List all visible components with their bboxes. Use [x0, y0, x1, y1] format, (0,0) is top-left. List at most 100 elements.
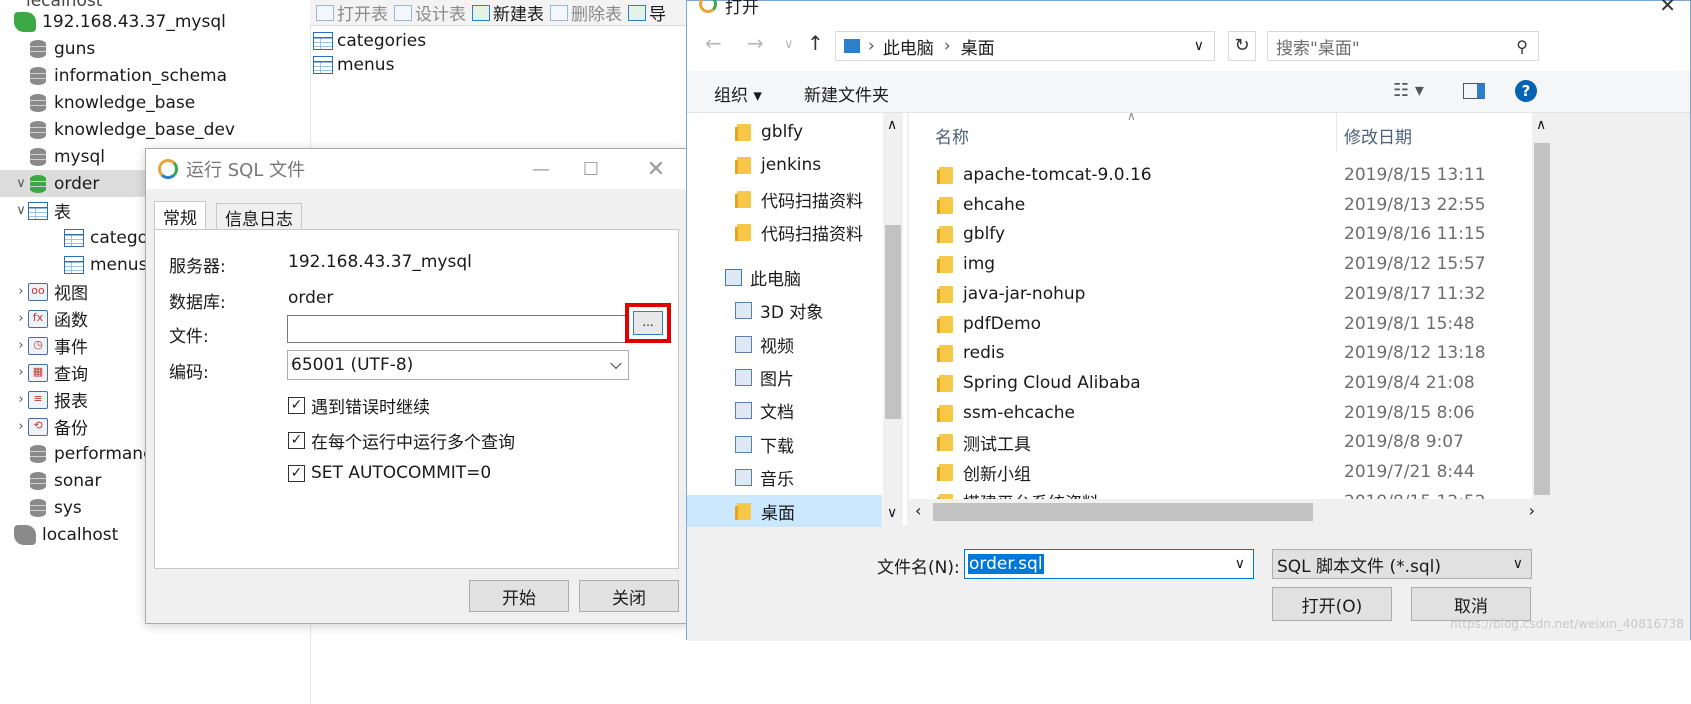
import-button[interactable]: 导 — [628, 0, 666, 25]
chevron-up-icon[interactable]: ∧ — [887, 117, 897, 133]
chevron-down-icon[interactable]: ∨ — [887, 505, 897, 521]
chevron-icon[interactable]: ∨ — [14, 176, 28, 191]
chevron-right-icon[interactable]: › — [1529, 501, 1535, 520]
database-icon — [28, 147, 48, 167]
cancel-button[interactable]: 取消 — [1411, 587, 1531, 621]
open-table-button[interactable]: 打开表 — [316, 0, 388, 25]
file-name: ehcahe — [963, 194, 1026, 215]
chevron-down-icon[interactable]: ∨ — [1235, 556, 1245, 572]
browse-file-button[interactable]: ... — [633, 311, 663, 335]
file-row[interactable]: redis 2019/8/12 13:18 — [909, 338, 1529, 368]
folder-icon — [735, 123, 751, 141]
object-item-categories[interactable]: categories — [313, 29, 426, 53]
file-row[interactable]: 测试工具 2019/8/8 9:07 — [909, 427, 1529, 457]
organize-menu[interactable]: 组织 ▾ — [714, 81, 762, 106]
nav-item[interactable]: jenkins — [687, 149, 882, 181]
chevron-icon[interactable]: ∨ — [14, 203, 28, 218]
file-row[interactable]: ssm-ehcache 2019/8/15 8:06 — [909, 398, 1529, 428]
chevron-icon[interactable]: › — [14, 284, 28, 299]
view-options-icon[interactable]: ☷ ▾ — [1393, 80, 1424, 101]
file-row[interactable]: 创新小组 2019/7/21 8:44 — [909, 457, 1529, 487]
file-hscrollbar[interactable]: ‹ › — [909, 499, 1549, 525]
object-item-menus[interactable]: menus — [313, 53, 394, 77]
multiple-queries-checkbox[interactable]: ✓ 在每个运行中运行多个查询 — [288, 428, 515, 453]
nav-item[interactable]: 桌面 — [687, 495, 882, 527]
tree-item[interactable]: 192.168.43.37_mysql — [0, 8, 310, 35]
search-input[interactable]: 搜索"桌面" ⚲ — [1267, 31, 1539, 61]
chevron-icon[interactable]: › — [14, 338, 28, 353]
file-row[interactable]: gblfy 2019/8/16 11:15 — [909, 219, 1529, 249]
file-row[interactable]: img 2019/8/12 15:57 — [909, 249, 1529, 279]
chevron-icon[interactable]: › — [14, 365, 28, 380]
recent-locations-icon[interactable]: ∨ — [784, 37, 794, 52]
address-bar[interactable]: › 此电脑 › 桌面 ∨ — [835, 31, 1215, 61]
tree-item[interactable]: guns — [0, 35, 310, 62]
column-divider — [1336, 113, 1337, 151]
file-type-select[interactable]: SQL 脚本文件 (*.sql) ∨ — [1272, 549, 1532, 579]
maximize-icon[interactable]: ☐ — [571, 157, 611, 183]
design-table-button[interactable]: 设计表 — [394, 0, 466, 25]
close-icon[interactable]: ✕ — [636, 157, 676, 183]
breadcrumb-separator: › — [943, 36, 951, 56]
nav-scrollbar[interactable]: ∧ ∨ — [883, 113, 903, 525]
file-row[interactable]: Spring Cloud Alibaba 2019/8/4 21:08 — [909, 368, 1529, 398]
encoding-select[interactable]: 65001 (UTF-8) — [287, 350, 629, 380]
nav-item[interactable]: 图片 — [687, 361, 882, 393]
library-folder-icon — [735, 468, 752, 486]
nav-item[interactable]: 代码扫描资料 — [687, 183, 882, 215]
chevron-down-icon[interactable]: ∨ — [1194, 38, 1204, 54]
nav-item[interactable]: 音乐 — [687, 461, 882, 493]
breadcrumb-this-pc[interactable]: 此电脑 — [883, 34, 934, 59]
table-icon — [313, 56, 333, 74]
nav-item[interactable]: 3D 对象 — [687, 294, 882, 326]
nav-item[interactable]: 此电脑 — [687, 261, 882, 293]
breadcrumb-desktop[interactable]: 桌面 — [961, 34, 995, 59]
nav-item[interactable]: 视频 — [687, 328, 882, 360]
new-folder-button[interactable]: 新建文件夹 — [804, 81, 889, 106]
file-scrollbar[interactable]: ∧ — [1532, 113, 1552, 499]
tab-general[interactable]: 常规 — [154, 201, 206, 231]
preview-pane-icon[interactable] — [1463, 83, 1485, 99]
start-button[interactable]: 开始 — [469, 580, 569, 612]
folder-icon — [937, 196, 953, 214]
file-path-input[interactable] — [287, 315, 627, 343]
forward-arrow-icon[interactable]: → — [747, 31, 764, 55]
tab-message-log[interactable]: 信息日志 — [216, 203, 302, 231]
tree-item[interactable]: information_schema — [0, 62, 310, 89]
folder-location-icon — [844, 39, 860, 53]
back-arrow-icon[interactable]: ← — [705, 31, 722, 55]
up-arrow-icon[interactable]: ↑ — [807, 31, 824, 55]
chevron-icon[interactable]: › — [14, 419, 28, 434]
nav-item[interactable]: 下载 — [687, 428, 882, 460]
continue-on-error-checkbox[interactable]: ✓ 遇到错误时继续 — [288, 393, 430, 418]
close-icon[interactable]: ✕ — [1659, 0, 1676, 17]
autocommit-checkbox[interactable]: ✓ SET AUTOCOMMIT=0 — [288, 463, 491, 483]
tree-item[interactable]: knowledge_base_dev — [0, 116, 310, 143]
close-button[interactable]: 关闭 — [579, 580, 679, 612]
new-table-button[interactable]: 新建表 — [472, 0, 544, 25]
delete-table-button[interactable]: 删除表 — [550, 0, 622, 25]
refresh-button[interactable]: ↻ — [1228, 31, 1256, 61]
nav-item[interactable]: gblfy — [687, 116, 882, 148]
open-button[interactable]: 打开(O) — [1272, 587, 1392, 621]
chevron-icon[interactable]: › — [14, 392, 28, 407]
file-scrollbar-thumb[interactable] — [1534, 143, 1550, 495]
help-icon[interactable]: ? — [1515, 80, 1537, 102]
run-sql-dialog: 运行 SQL 文件 — ☐ ✕ 常规 信息日志 服务器: 192.168.43.… — [145, 148, 690, 624]
file-row[interactable]: apache-tomcat-9.0.16 2019/8/15 13:11 — [909, 160, 1529, 190]
nav-item[interactable]: 代码扫描资料 — [687, 216, 882, 248]
nav-item[interactable]: 文档 — [687, 394, 882, 426]
minimize-icon[interactable]: — — [521, 157, 561, 183]
column-header-modified[interactable]: 修改日期 — [1344, 123, 1412, 148]
chevron-up-icon[interactable]: ∧ — [1536, 117, 1546, 133]
file-row[interactable]: ehcahe 2019/8/13 22:55 — [909, 190, 1529, 220]
chevron-left-icon[interactable]: ‹ — [915, 501, 921, 520]
column-header-name[interactable]: 名称 — [935, 123, 969, 148]
nav-scrollbar-thumb[interactable] — [885, 225, 901, 419]
file-hscrollbar-thumb[interactable] — [933, 503, 1313, 521]
file-row[interactable]: pdfDemo 2019/8/1 15:48 — [909, 309, 1529, 339]
tree-item[interactable]: knowledge_base — [0, 89, 310, 116]
chevron-icon[interactable]: › — [14, 311, 28, 326]
filename-input[interactable]: order.sql ∨ — [964, 549, 1254, 579]
file-row[interactable]: java-jar-nohup 2019/8/17 11:32 — [909, 279, 1529, 309]
